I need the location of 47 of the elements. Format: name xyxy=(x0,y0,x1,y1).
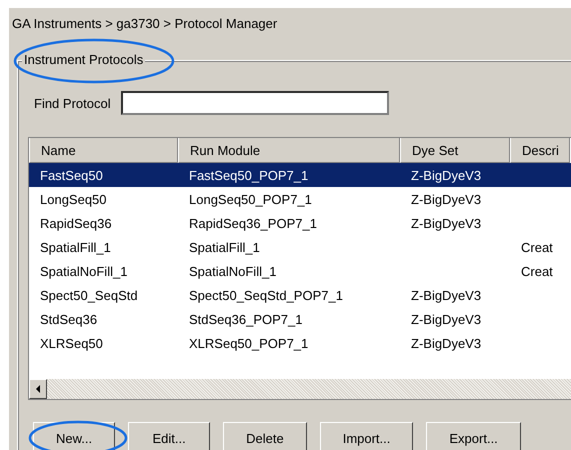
table-cell: Z-BigDyeV3 xyxy=(411,336,482,350)
table-row[interactable]: XLRSeq50 XLRSeq50_POP7_1 Z-BigDyeV3 xyxy=(29,331,571,355)
table-row[interactable]: StdSeq36 StdSeq36_POP7_1 Z-BigDyeV3 xyxy=(29,307,571,331)
table-row[interactable]: RapidSeq36 RapidSeq36_POP7_1 Z-BigDyeV3 xyxy=(29,211,571,235)
table-cell: Creat xyxy=(521,264,553,278)
find-protocol-field[interactable] xyxy=(120,91,389,115)
column-header[interactable]: Dye Set xyxy=(400,138,510,163)
find-label: Find Protocol xyxy=(34,96,111,110)
scroll-left-button[interactable] xyxy=(29,379,47,399)
table-cell: Spect50_SeqStd_POP7_1 xyxy=(189,288,343,302)
table-cell: FastSeq50_POP7_1 xyxy=(189,168,308,182)
group-title: Instrument Protocols xyxy=(22,52,146,67)
table-cell: Z-BigDyeV3 xyxy=(411,192,482,206)
table-cell: Z-BigDyeV3 xyxy=(411,216,482,230)
table-cell: LongSeq50 xyxy=(40,192,107,206)
action-button[interactable]: Export... xyxy=(426,422,521,450)
table-row[interactable]: SpatialNoFill_1 SpatialNoFill_1 Creat xyxy=(29,259,571,283)
table-cell: XLRSeq50_POP7_1 xyxy=(189,336,308,350)
table-row[interactable]: LongSeq50 LongSeq50_POP7_1 Z-BigDyeV3 xyxy=(29,187,571,211)
breadcrumb: GA Instruments > ga3730 > Protocol Manager xyxy=(11,15,278,33)
column-header[interactable]: Name xyxy=(29,138,178,163)
table-cell: StdSeq36 xyxy=(40,312,98,326)
action-button[interactable]: Edit... xyxy=(128,422,210,450)
column-header[interactable]: Descri xyxy=(510,138,570,163)
column-header[interactable]: Run Module xyxy=(178,138,400,163)
table-row[interactable]: Spect50_SeqStd Spect50_SeqStd_POP7_1 Z-BigDyeV3 xyxy=(29,283,571,307)
table-cell: LongSeq50_POP7_1 xyxy=(189,192,312,206)
table-cell: Z-BigDyeV3 xyxy=(411,312,482,326)
left-arrow-icon xyxy=(35,385,41,393)
table-cell: SpatialNoFill_1 xyxy=(189,264,276,278)
table-cell: Spect50_SeqStd xyxy=(40,288,138,302)
horizontal-scrollbar[interactable] xyxy=(29,379,571,399)
action-button[interactable]: Delete xyxy=(223,422,307,450)
action-button[interactable]: Import... xyxy=(320,422,414,450)
table-cell: XLRSeq50 xyxy=(40,336,103,350)
table-cell: SpatialFill_1 xyxy=(189,240,260,254)
table-cell: SpatialFill_1 xyxy=(40,240,111,254)
table-cell: Z-BigDyeV3 xyxy=(411,288,482,302)
table-cell: StdSeq36_POP7_1 xyxy=(189,312,302,326)
table-cell: RapidSeq36 xyxy=(40,216,112,230)
table-cell: RapidSeq36_POP7_1 xyxy=(189,216,317,230)
table-row[interactable]: FastSeq50 FastSeq50_POP7_1 Z-BigDyeV3 xyxy=(29,163,571,187)
table-cell: FastSeq50 xyxy=(40,168,103,182)
table-cell: SpatialNoFill_1 xyxy=(40,264,128,278)
table-row[interactable]: SpatialFill_1 SpatialFill_1 Creat xyxy=(29,235,571,259)
table-cell: Z-BigDyeV3 xyxy=(411,168,482,182)
table-cell: Creat xyxy=(521,240,553,254)
